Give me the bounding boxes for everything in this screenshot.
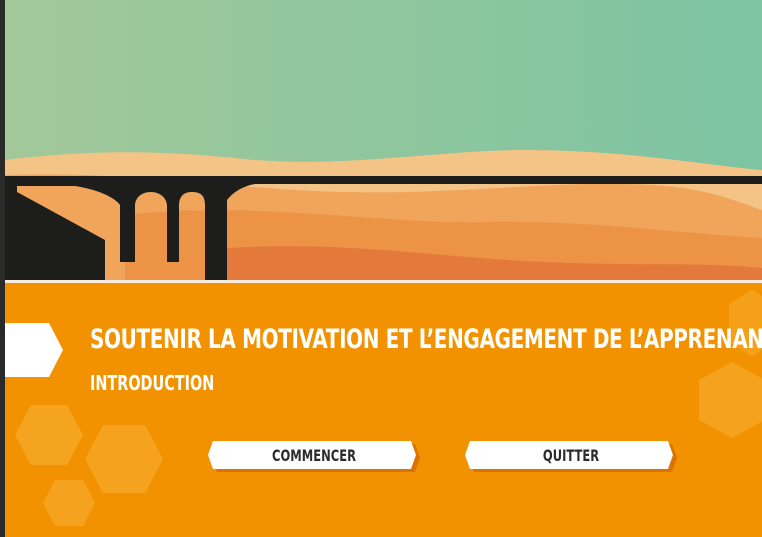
hexagon-decoration-icon (15, 405, 83, 465)
landscape-illustration (5, 0, 762, 282)
start-button[interactable]: COMMENCER (207, 440, 421, 474)
hexagon-decoration-icon (699, 362, 762, 438)
hexagon-decoration-icon (43, 480, 95, 526)
start-button-label: COMMENCER (272, 446, 356, 465)
title-panel: SOUTENIR LA MOTIVATION ET L’ENGAGEMENT D… (5, 283, 762, 537)
course-frame: SOUTENIR LA MOTIVATION ET L’ENGAGEMENT D… (5, 0, 762, 537)
course-subtitle: INTRODUCTION (90, 371, 215, 395)
quit-button-label: QUITTER (542, 446, 600, 465)
quit-button[interactable]: QUITTER (464, 440, 678, 474)
course-title: SOUTENIR LA MOTIVATION ET L’ENGAGEMENT D… (90, 324, 762, 355)
arrow-tab-icon (5, 323, 63, 377)
